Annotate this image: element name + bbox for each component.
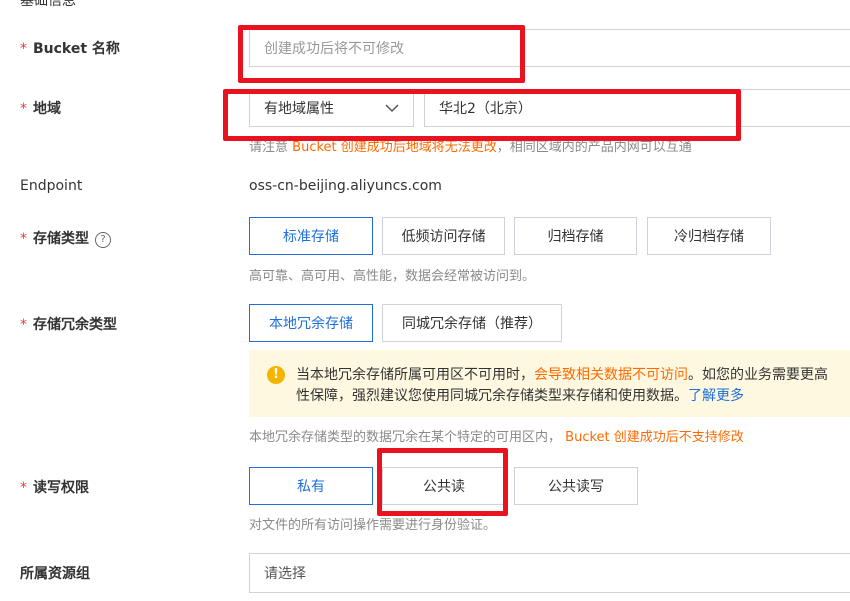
resource-group-select[interactable]: 请选择	[249, 553, 850, 593]
redundancy-option-lrs[interactable]: 本地冗余存储	[249, 304, 373, 342]
storage-class-label: * 存储类型?	[20, 228, 111, 248]
region-label: * 地域	[20, 101, 61, 117]
acl-option-public-read-write[interactable]: 公共读写	[514, 467, 638, 505]
bucket-name-label: * Bucket 名称	[20, 41, 120, 57]
help-icon[interactable]: ?	[95, 232, 111, 248]
redundancy-label: * 存储冗余类型	[20, 317, 117, 333]
notice-line-1: 当本地冗余存储所属可用区不可用时，会导致相关数据不可访问。如您的业务需要更高	[296, 367, 828, 383]
redundancy-hint: 本地冗余存储类型的数据冗余在某个特定的可用区内， Bucket 创建成功后不支持…	[249, 430, 744, 445]
redundancy-options: 本地冗余存储 同城冗余存储（推荐）	[249, 304, 579, 342]
annotation-box-region	[223, 89, 741, 141]
learn-more-link[interactable]: 了解更多	[688, 388, 744, 404]
acl-hint: 对文件的所有访问操作需要进行身份验证。	[249, 518, 497, 533]
storage-class-option-cold-archive[interactable]: 冷归档存储	[647, 217, 771, 255]
redundancy-option-zrs[interactable]: 同城冗余存储（推荐）	[382, 304, 562, 342]
redundancy-notice: ! 当本地冗余存储所属可用区不可用时，会导致相关数据不可访问。如您的业务需要更高…	[249, 350, 850, 417]
notice-line-2: 性保障，强烈建议您使用同城冗余存储类型来存储和使用数据。了解更多	[296, 388, 744, 404]
storage-class-option-ia[interactable]: 低频访问存储	[382, 217, 505, 255]
annotation-box-public-read	[377, 448, 508, 516]
storage-class-hint: 高可靠、高可用、高性能，数据会经常被访问到。	[249, 269, 536, 284]
resource-group-label: 所属资源组	[20, 566, 90, 582]
acl-option-private[interactable]: 私有	[249, 467, 373, 505]
endpoint-value: oss-cn-beijing.aliyuncs.com	[249, 178, 442, 194]
section-title: 基础信息	[20, 0, 76, 9]
acl-label: * 读写权限	[20, 480, 89, 496]
endpoint-label: Endpoint	[20, 178, 83, 194]
storage-class-options: 标准存储 低频访问存储 归档存储 冷归档存储	[249, 217, 809, 255]
storage-class-option-standard[interactable]: 标准存储	[249, 217, 373, 255]
warning-icon: !	[267, 366, 285, 384]
storage-class-option-archive[interactable]: 归档存储	[514, 217, 637, 255]
annotation-box-bucket-name	[238, 25, 525, 83]
